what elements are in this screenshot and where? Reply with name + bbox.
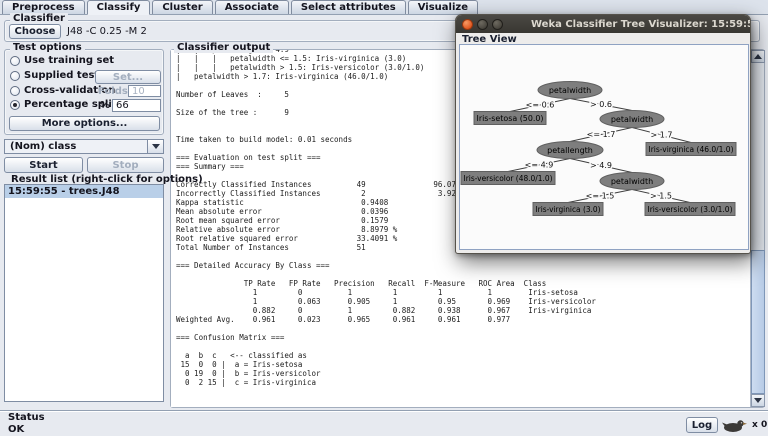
tree-edge-label: > 4.9 — [590, 161, 612, 170]
tab-associate[interactable]: Associate — [215, 0, 289, 14]
result-list-label: Result list (right-click for options) — [8, 174, 206, 185]
log-button[interactable]: Log — [686, 417, 718, 433]
tree-visualizer-window: Weka Classifier Tree Visualizer: 15:59:5… — [455, 14, 751, 254]
result-list-item[interactable]: 15:59:55 - trees.J48 — [5, 185, 163, 198]
tree-node-label: Iris-versicolor (3.0/1.0) — [648, 205, 733, 214]
tree-window-titlebar[interactable]: Weka Classifier Tree Visualizer: 15:59:5… — [456, 15, 750, 33]
choose-classifier-button[interactable]: Choose — [9, 24, 61, 39]
tab-classify[interactable]: Classify — [87, 0, 151, 15]
scroll-up-button[interactable] — [751, 50, 765, 63]
class-attribute-value: (Nom) class — [5, 141, 147, 152]
tree-view-panel[interactable]: <= 0.6 > 0.6 <= 1.7 > 1.7 <= 4.9 > 4.9 <= 1.5 >… — [459, 44, 749, 250]
tree-window-title: Weka Classifier Tree Visualizer: 15:59:5… — [503, 19, 750, 30]
classifier-group-label: Classifier — [10, 13, 68, 24]
tree-canvas: <= 0.6 > 0.6 <= 1.7 > 1.7 <= 4.9 > 4.9 <= 1.5 >… — [460, 45, 750, 251]
combo-arrow-button[interactable] — [147, 140, 163, 153]
radio-supplied-test-set[interactable] — [10, 71, 20, 81]
tree-edge-label: <= 1.7 — [587, 130, 616, 139]
minimize-icon[interactable] — [477, 19, 488, 30]
classifier-output-label: Classifier output — [174, 42, 273, 53]
scrollbar-thumb[interactable] — [751, 250, 765, 394]
scroll-down-icon — [754, 398, 762, 403]
tab-visualize[interactable]: Visualize — [408, 0, 478, 14]
tree-node-label: Iris-virginica (46.0/1.0) — [649, 145, 734, 154]
tree-node-label: petalwidth — [549, 86, 591, 95]
tree-edge-label: > 0.6 — [590, 100, 612, 109]
percentage-split-field[interactable]: 66 — [112, 99, 161, 112]
tab-bar: Preprocess Classify Cluster Associate Se… — [0, 0, 768, 15]
radio-cross-validation[interactable] — [10, 86, 20, 96]
tree-node-label: Iris-virginica (3.0) — [536, 205, 601, 214]
scroll-down-button[interactable] — [751, 394, 765, 407]
chevron-down-icon — [152, 144, 160, 149]
tree-edge-label: > 1.7 — [651, 131, 673, 140]
percent-label: % — [100, 100, 110, 111]
radio-use-training-set-label: Use training set — [24, 55, 114, 66]
tree-edge-label: <= 0.6 — [526, 101, 555, 110]
tree-node-label: Iris-setosa (50.0) — [477, 114, 544, 123]
test-options-group-label: Test options — [10, 42, 85, 53]
tree-edge-label: <= 1.5 — [586, 192, 615, 201]
stop-button[interactable]: Stop — [87, 157, 164, 173]
start-button[interactable]: Start — [4, 157, 83, 173]
weka-bird-icon — [722, 418, 748, 433]
folds-label: Folds — [98, 86, 128, 97]
class-attribute-combobox[interactable]: (Nom) class — [4, 139, 164, 154]
tree-edge-label: <= 4.9 — [525, 161, 554, 170]
tree-edge-label: > 1.5 — [650, 192, 672, 201]
result-list: 15:59:55 - trees.J48 — [4, 184, 164, 402]
tab-select-attributes[interactable]: Select attributes — [291, 0, 406, 14]
classifier-spec: J48 -C 0.25 -M 2 — [67, 26, 147, 37]
more-options-button[interactable]: More options... — [9, 116, 160, 131]
weka-counter: x 0 — [752, 420, 767, 430]
tree-node-label: Iris-versicolor (48.0/1.0) — [464, 174, 553, 183]
status-label: Status — [5, 412, 48, 423]
tree-node-label: petallength — [547, 146, 593, 155]
radio-percentage-split[interactable] — [10, 100, 20, 110]
radio-use-training-set[interactable] — [10, 56, 20, 66]
output-scrollbar[interactable] — [750, 50, 764, 407]
tree-node-label: petalwidth — [611, 115, 653, 124]
maximize-icon[interactable] — [492, 19, 503, 30]
tree-node-label: petalwidth — [611, 177, 653, 186]
close-icon[interactable] — [462, 19, 473, 30]
tab-preprocess[interactable]: Preprocess — [2, 0, 85, 14]
status-divider — [0, 410, 768, 412]
weka-explorer-window: { "colors": { "node_fill": "#7e7e7e", "n… — [0, 0, 768, 436]
status-value: OK — [8, 424, 24, 435]
set-test-set-button[interactable]: Set... — [95, 70, 161, 84]
tab-cluster[interactable]: Cluster — [152, 0, 212, 14]
folds-field[interactable]: 10 — [128, 85, 161, 97]
scroll-up-icon — [754, 54, 762, 59]
